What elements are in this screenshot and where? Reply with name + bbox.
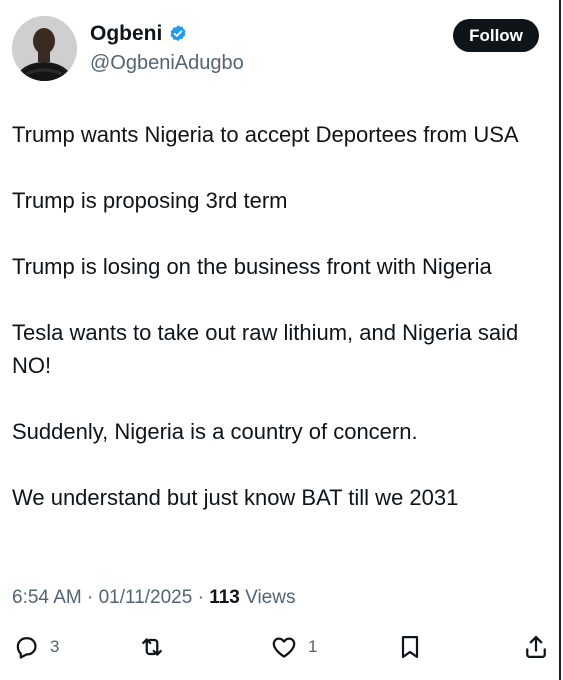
tweet-time[interactable]: 6:54 AM (12, 587, 82, 608)
tweet-header: Ogbeni @OgbeniAdugbo Follow (12, 16, 547, 86)
tweet-card: Ogbeni @OgbeniAdugbo Follow Trump wants … (0, 0, 563, 680)
follow-button[interactable]: Follow (453, 19, 539, 52)
screen-edge-divider (559, 0, 561, 680)
repost-button[interactable] (138, 631, 176, 663)
bookmark-icon (396, 633, 424, 661)
meta-separator: · (192, 587, 210, 608)
display-name[interactable]: Ogbeni (90, 22, 162, 46)
tweet-text: Trump wants Nigeria to accept Deportees … (12, 118, 552, 514)
avatar[interactable] (12, 16, 77, 81)
views-label: Views (239, 587, 296, 608)
author-handle[interactable]: @OgbeniAdugbo (90, 52, 244, 74)
tweet-paragraph: We understand but just know BAT till we … (12, 485, 459, 510)
tweet-paragraph: Trump wants Nigeria to accept Deportees … (12, 122, 519, 147)
views-count: 113 (209, 587, 240, 608)
meta-separator: · (81, 587, 99, 608)
tweet-date[interactable]: 01/11/2025 (99, 587, 193, 608)
share-button[interactable] (522, 631, 550, 663)
tweet-paragraph: Trump is losing on the business front wi… (12, 254, 492, 279)
tweet-meta: 6:54 AM · 01/11/2025 · 113 Views (12, 586, 295, 610)
action-bar: 3 1 (12, 631, 550, 663)
reply-count: 3 (50, 637, 60, 656)
reply-icon (12, 633, 40, 661)
name-line: Ogbeni (90, 22, 244, 46)
tweet-paragraph: Trump is proposing 3rd term (12, 188, 288, 213)
tweet-paragraph: Tesla wants to take out raw lithium, and… (12, 320, 519, 378)
reply-button[interactable]: 3 (12, 631, 59, 663)
share-icon (522, 633, 550, 661)
like-button[interactable]: 1 (270, 631, 317, 663)
avatar-image (12, 16, 77, 81)
bookmark-button[interactable] (396, 631, 424, 663)
repost-icon (138, 633, 166, 661)
like-count: 1 (308, 637, 318, 656)
heart-icon (270, 633, 298, 661)
author-info: Ogbeni @OgbeniAdugbo (90, 22, 244, 74)
tweet-paragraph: Suddenly, Nigeria is a country of concer… (12, 419, 418, 444)
verified-badge-icon (168, 24, 188, 44)
